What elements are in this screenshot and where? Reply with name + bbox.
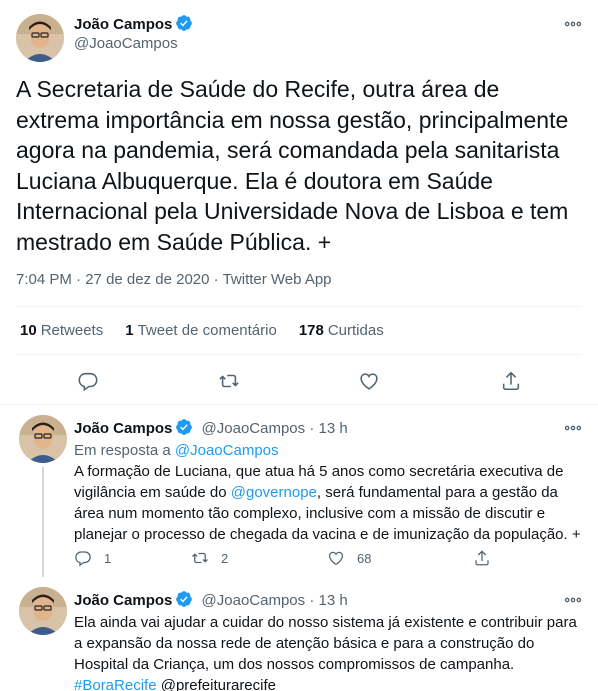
likes-stat[interactable]: 178 Curtidas	[299, 322, 384, 339]
tweet-date[interactable]: 27 de dez de 2020	[85, 271, 209, 288]
reply-to-prefix: Em resposta a	[74, 442, 171, 459]
meta-separator: ·	[76, 271, 82, 288]
meta-separator: ·	[213, 271, 219, 288]
mention-text[interactable]: @prefeiturarecife	[161, 677, 276, 691]
share-icon[interactable]	[500, 370, 522, 392]
avatar[interactable]	[16, 14, 64, 62]
quotes-stat[interactable]: 1 Tweet de comentário	[125, 322, 277, 339]
tweet-text: Ela ainda vai ajudar a cuidar do nosso s…	[74, 612, 584, 691]
tweet-text: A formação de Luciana, que atua há 5 ano…	[74, 461, 584, 545]
author-name[interactable]: João Campos	[74, 592, 172, 609]
retweet-count: 2	[221, 550, 229, 566]
reply-icon[interactable]	[77, 370, 99, 392]
retweet-button[interactable]: 2	[191, 549, 228, 567]
tweet-time[interactable]: 7:04 PM	[16, 271, 72, 288]
author-name-text[interactable]: João Campos	[74, 16, 172, 33]
divider	[16, 354, 582, 355]
like-count: 68	[357, 550, 372, 566]
mention-link[interactable]: @governope	[231, 484, 317, 501]
reply-button[interactable]: 1	[74, 549, 111, 567]
retweet-icon[interactable]	[218, 370, 240, 392]
more-icon[interactable]	[563, 418, 583, 438]
tweet-meta: 7:04 PM · 27 de dez de 2020 · Twitter We…	[16, 271, 332, 288]
retweet-icon	[192, 552, 208, 564]
author-name[interactable]: João Campos	[74, 14, 193, 33]
author-handle[interactable]: @JoaoCampos	[74, 35, 178, 52]
divider	[0, 404, 598, 405]
verified-badge-icon	[176, 591, 193, 607]
retweets-stat[interactable]: 10 Retweets	[20, 322, 103, 339]
reply-icon	[75, 551, 91, 567]
meta-separator: ·	[309, 420, 315, 437]
hashtag-link[interactable]: #BoraRecife	[74, 677, 157, 691]
tweet-age[interactable]: 13 h	[318, 592, 347, 609]
tweet-source[interactable]: Twitter Web App	[223, 271, 332, 288]
reply-header: João Campos @JoaoCampos · 13 h	[74, 590, 348, 609]
verified-badge-icon	[176, 419, 193, 435]
meta-separator: ·	[309, 592, 315, 609]
tweet-text: A Secretaria de Saúde do Recife, outra á…	[16, 76, 569, 255]
divider	[16, 306, 582, 307]
avatar[interactable]	[19, 415, 67, 463]
thread-line	[42, 467, 44, 577]
verified-badge-icon	[176, 15, 193, 31]
tweet-age[interactable]: 13 h	[318, 420, 347, 437]
reply-header: João Campos @JoaoCampos · 13 h	[74, 418, 348, 437]
reply-to-line: Em resposta a @JoaoCampos	[74, 440, 584, 461]
share-button[interactable]	[473, 549, 491, 567]
reply-to-handle[interactable]: @JoaoCampos	[175, 442, 279, 459]
more-icon[interactable]	[563, 590, 583, 610]
author-handle[interactable]: @JoaoCampos	[202, 420, 306, 437]
main-action-bar	[0, 366, 598, 396]
reply-count: 1	[104, 550, 112, 566]
author-name[interactable]: João Campos	[74, 420, 172, 437]
tweet-stats: 10 Retweets 1 Tweet de comentário 178 Curti…	[20, 322, 384, 339]
avatar[interactable]	[19, 587, 67, 635]
share-icon	[475, 550, 489, 566]
like-button[interactable]: 68	[327, 549, 371, 567]
like-icon	[328, 551, 344, 566]
tweet-text-part: Ela ainda vai ajudar a cuidar do nosso s…	[74, 614, 577, 673]
reply-action-bar: 1 2 68	[74, 549, 598, 569]
author-handle[interactable]: @JoaoCampos	[202, 592, 306, 609]
like-icon[interactable]	[358, 370, 380, 392]
more-icon[interactable]	[563, 14, 583, 34]
